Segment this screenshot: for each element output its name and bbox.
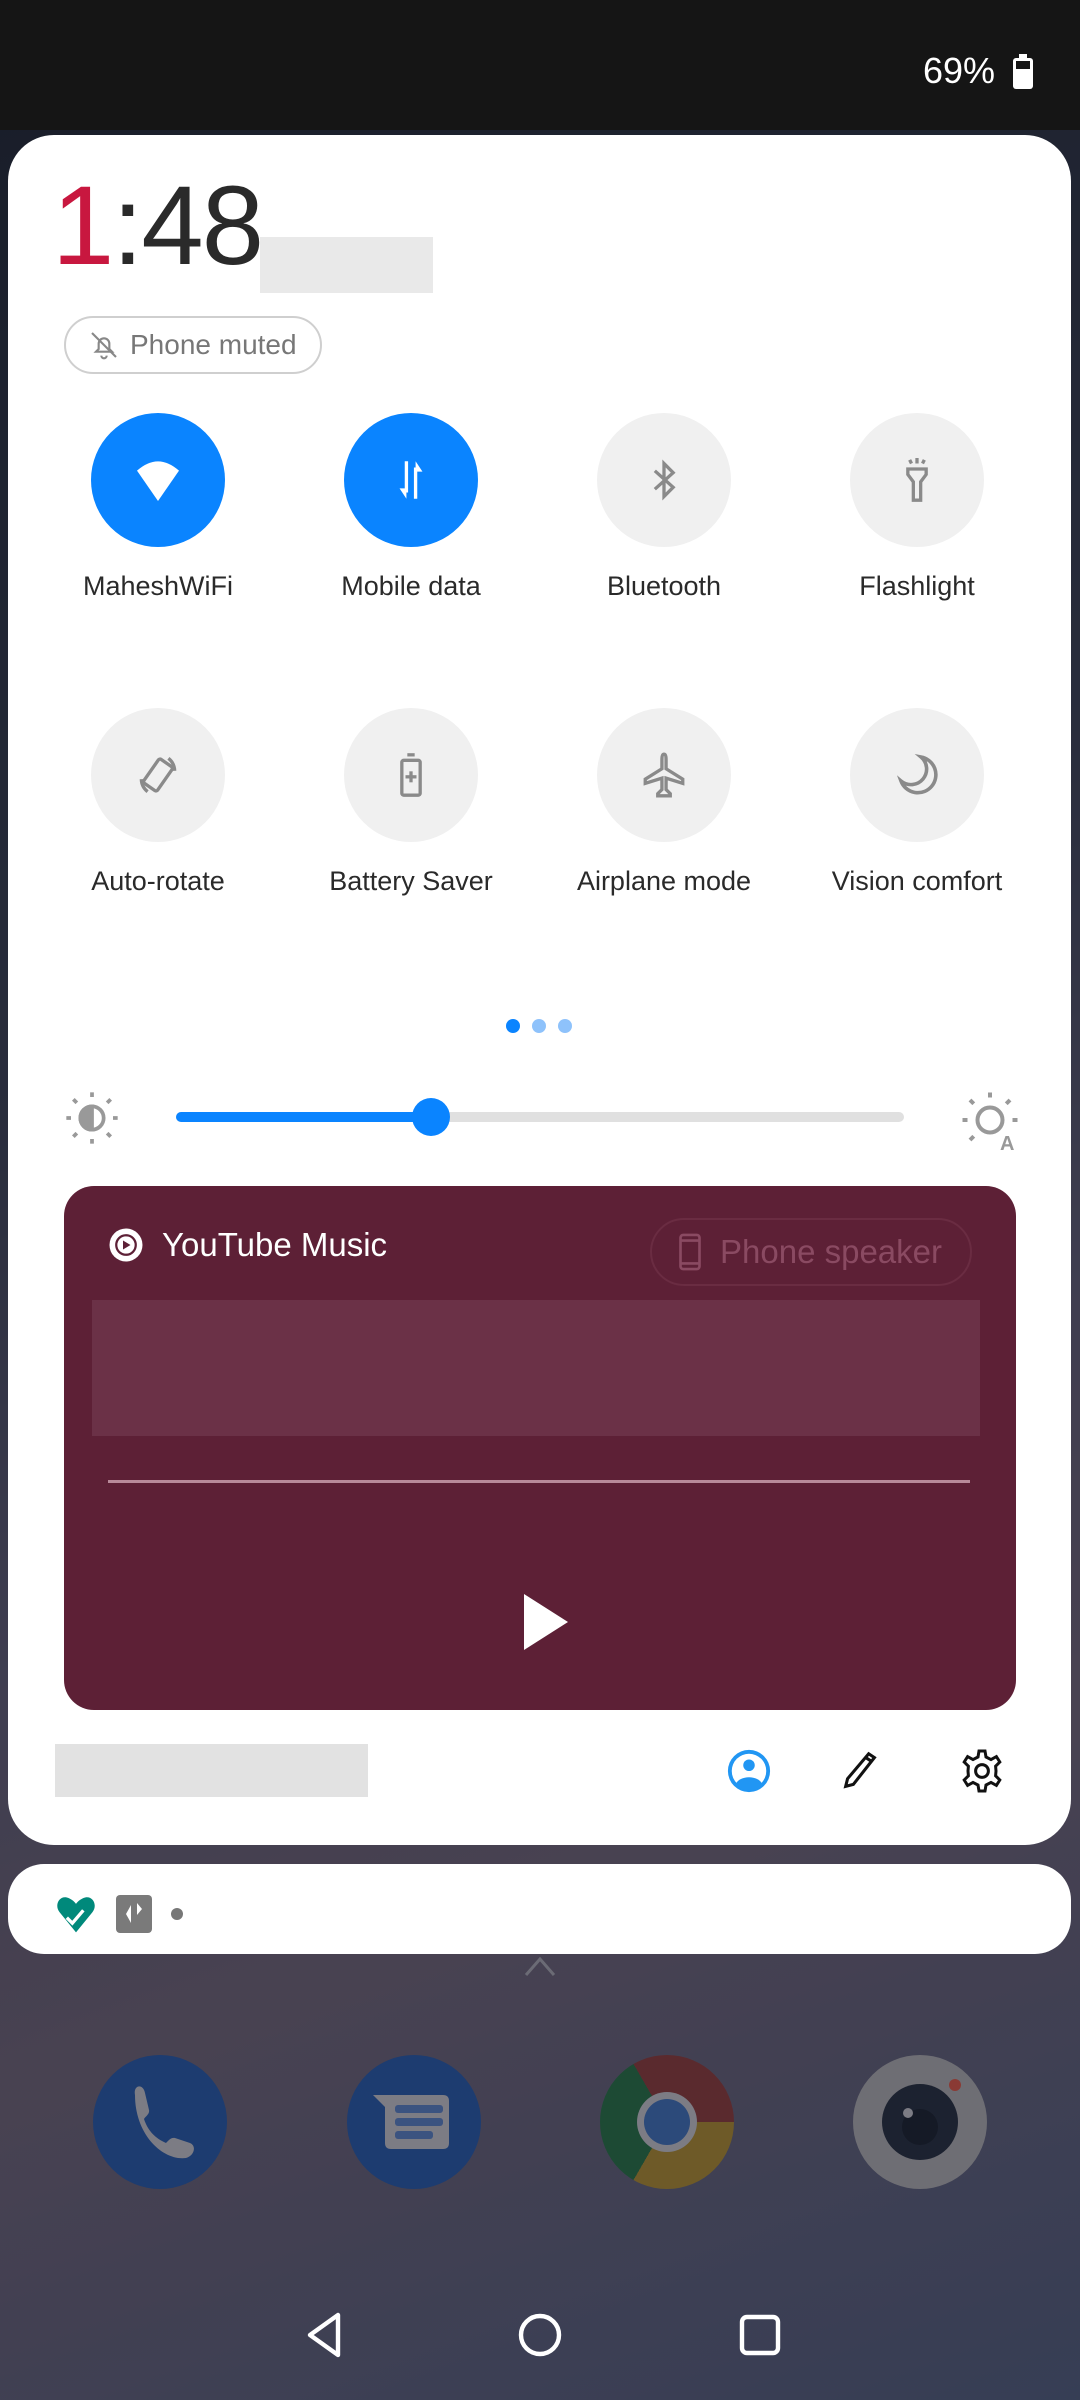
back-icon — [307, 2312, 341, 2358]
auto-rotate-toggle[interactable] — [91, 708, 225, 842]
output-device-label: Phone speaker — [720, 1233, 942, 1270]
tile-label: Airplane mode — [576, 866, 752, 896]
recents-icon — [739, 2314, 781, 2356]
brightness-fill — [176, 1112, 431, 1122]
flashlight-toggle[interactable] — [850, 413, 984, 547]
footer-info-redacted — [55, 1744, 368, 1797]
phone-muted-label: Phone muted — [130, 329, 297, 360]
home-icon — [518, 2313, 562, 2357]
media-info-redacted — [92, 1300, 980, 1436]
camera-app-icon — [882, 2079, 961, 2160]
expand-chevron-icon[interactable] — [522, 1955, 558, 1979]
tile-battery-saver[interactable]: Battery Saver — [291, 708, 531, 897]
app-icon — [116, 1895, 152, 1933]
media-player-card[interactable]: YouTube Music Phone speaker — [64, 1186, 1016, 1710]
edit-icon — [843, 1751, 877, 1789]
brightness-low-icon — [66, 1092, 118, 1144]
tile-label: Battery Saver — [329, 866, 493, 896]
back-button[interactable] — [294, 2305, 354, 2365]
dock-app-messages[interactable] — [347, 2055, 481, 2189]
tile-flashlight[interactable]: Flashlight — [797, 413, 1037, 602]
brightness-thumb[interactable] — [411, 1098, 450, 1136]
clock[interactable]: 1:48 — [52, 170, 264, 282]
youtube-music-icon — [109, 1228, 143, 1262]
tile-airplane-mode[interactable]: Airplane mode — [544, 708, 784, 897]
tile-bluetooth[interactable]: Bluetooth — [544, 413, 784, 602]
bell-off-icon — [91, 332, 117, 360]
tile-mobile-data[interactable]: Mobile data — [291, 413, 531, 602]
health-heart-icon — [57, 1897, 95, 1933]
settings-icon — [962, 1749, 1002, 1793]
tile-label: Vision comfort — [831, 866, 1003, 896]
svg-text:A: A — [1000, 1133, 1014, 1150]
battery-icon — [1013, 54, 1033, 89]
play-icon[interactable] — [524, 1594, 568, 1650]
dock-app-camera[interactable] — [853, 2055, 987, 2189]
tile-label: Auto-rotate — [91, 866, 225, 896]
auto-rotate-icon — [139, 757, 177, 793]
date-redacted — [260, 237, 433, 293]
mobile-data-toggle[interactable] — [344, 413, 478, 547]
clock-hour-digit: 1 — [52, 163, 114, 288]
output-device-chip[interactable]: Phone speaker — [650, 1218, 972, 1286]
dock-app-phone[interactable] — [93, 2055, 227, 2189]
dock-app-chrome[interactable] — [600, 2055, 734, 2189]
vision-comfort-toggle[interactable] — [850, 708, 984, 842]
media-app-header: YouTube Music — [108, 1226, 387, 1264]
battery-saver-toggle[interactable] — [344, 708, 478, 842]
user-button[interactable] — [724, 1746, 774, 1796]
settings-button[interactable] — [957, 1746, 1007, 1796]
tile-label: Flashlight — [859, 571, 975, 601]
bluetooth-toggle[interactable] — [597, 413, 731, 547]
user-icon — [727, 1749, 771, 1793]
page-dot-active[interactable] — [506, 1019, 520, 1033]
phone-speaker-icon — [679, 1233, 701, 1271]
media-app-name: YouTube Music — [162, 1226, 388, 1263]
page-dot[interactable] — [558, 1019, 572, 1033]
messages-app-icon — [373, 2095, 449, 2149]
home-button[interactable] — [510, 2305, 570, 2365]
airplane-icon — [643, 752, 685, 798]
mobile-data-icon — [399, 461, 423, 499]
brightness-slider[interactable] — [176, 1098, 904, 1136]
media-seekbar[interactable] — [108, 1480, 970, 1483]
airplane-mode-toggle[interactable] — [597, 708, 731, 842]
status-bar: 69% — [0, 0, 1080, 130]
page-dot[interactable] — [532, 1019, 546, 1033]
battery-saver-icon — [400, 753, 422, 797]
moon-icon — [896, 754, 938, 795]
phone-app-icon — [134, 2086, 194, 2159]
tile-label: MaheshWiFi — [82, 571, 234, 601]
phone-muted-chip[interactable]: Phone muted — [64, 316, 322, 374]
auto-brightness-icon[interactable]: A — [960, 1090, 1020, 1150]
more-dot-icon — [171, 1908, 183, 1920]
page-indicator — [506, 1019, 572, 1033]
notification-strip[interactable] — [8, 1864, 1071, 1954]
tile-label: Bluetooth — [606, 571, 722, 601]
bluetooth-icon — [653, 459, 676, 501]
tile-auto-rotate[interactable]: Auto-rotate — [38, 708, 278, 897]
edit-button[interactable] — [836, 1746, 886, 1796]
flashlight-icon — [906, 458, 928, 502]
wifi-toggle[interactable] — [91, 413, 225, 547]
tile-label: Mobile data — [341, 571, 481, 601]
tile-vision-comfort[interactable]: Vision comfort — [797, 708, 1037, 897]
tile-wifi[interactable]: MaheshWiFi — [38, 413, 278, 602]
recents-button[interactable] — [730, 2305, 790, 2365]
chrome-app-icon — [637, 2092, 697, 2152]
clock-rest: :48 — [112, 163, 264, 288]
navigation-bar — [0, 2305, 1080, 2365]
wifi-icon — [137, 461, 179, 501]
battery-percent: 69% — [922, 50, 995, 91]
